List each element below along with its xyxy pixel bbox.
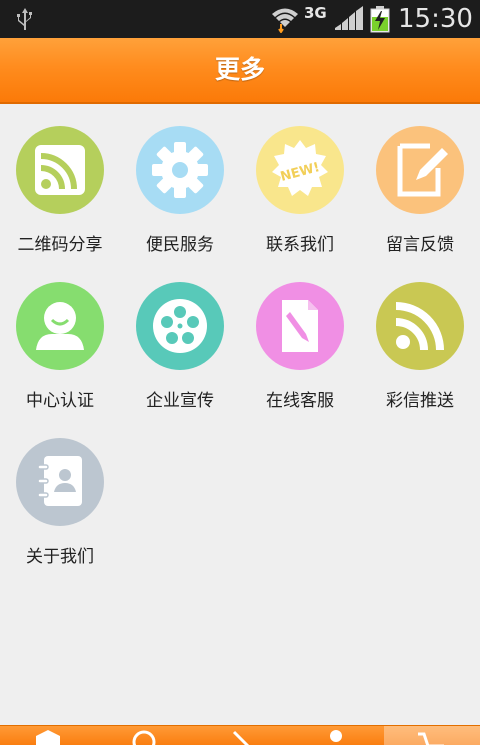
grid-item-about-us[interactable]: 关于我们 <box>0 416 120 572</box>
tab-cart[interactable] <box>384 726 480 745</box>
document-edit-icon <box>256 282 344 370</box>
grid-item-label: 留言反馈 <box>386 235 454 255</box>
grid-item-label: 关于我们 <box>26 547 94 567</box>
tab-home[interactable] <box>0 726 96 745</box>
grid-item-feedback[interactable]: 留言反馈 <box>360 104 480 260</box>
grid-item-circle <box>16 438 104 526</box>
contact-book-icon <box>16 438 104 526</box>
grid-item-circle <box>376 282 464 370</box>
home-icon <box>36 730 60 745</box>
grid-item-label: 彩信推送 <box>386 391 454 411</box>
search-icon <box>232 730 250 745</box>
grid-item-qr-share[interactable]: 二维码分享 <box>0 104 120 260</box>
network-type: 3G <box>304 4 327 22</box>
grid-item-certification[interactable]: 中心认证 <box>0 260 120 416</box>
film-reel-icon <box>136 282 224 370</box>
edit-note-icon <box>376 126 464 214</box>
tab-globe[interactable] <box>96 726 192 745</box>
grid-item-label: 中心认证 <box>26 391 94 411</box>
grid-item-contact-us[interactable]: NEW! 联系我们 <box>240 104 360 260</box>
grid-item-circle <box>16 282 104 370</box>
grid-item-circle <box>16 126 104 214</box>
user-icon <box>330 730 342 742</box>
usb-icon <box>17 8 32 30</box>
page-title: 更多 <box>214 55 265 84</box>
rss-icon <box>376 282 464 370</box>
header-bar: 更多 <box>0 38 480 104</box>
signal-icon <box>335 6 363 30</box>
grid-item-promotion[interactable]: 企业宣传 <box>120 260 240 416</box>
new-badge-icon: NEW! <box>256 126 344 214</box>
clock: 15:30 <box>398 4 473 34</box>
grid-item-circle <box>136 126 224 214</box>
grid-item-circle: NEW! <box>256 126 344 214</box>
tab-user[interactable] <box>288 726 384 745</box>
wifi-icon <box>272 8 298 33</box>
grid-item-convenience[interactable]: 便民服务 <box>120 104 240 260</box>
grid-item-online-service[interactable]: 在线客服 <box>240 260 360 416</box>
gear-icon <box>136 126 224 214</box>
user-icon <box>16 282 104 370</box>
grid-item-label: 二维码分享 <box>17 235 103 255</box>
grid-item-circle <box>376 126 464 214</box>
grid-item-label: 便民服务 <box>146 235 214 255</box>
rss-icon <box>16 126 104 214</box>
globe-icon <box>132 730 156 745</box>
grid-item-circle <box>136 282 224 370</box>
grid-item-label: 企业宣传 <box>146 391 214 411</box>
bottom-tab-bar <box>0 725 480 745</box>
battery-charging-icon <box>370 6 390 33</box>
status-bar: 3G 15:30 <box>0 0 480 38</box>
grid-item-mms-push[interactable]: 彩信推送 <box>360 260 480 416</box>
tab-search[interactable] <box>192 726 288 745</box>
grid-item-circle <box>256 282 344 370</box>
grid-item-label: 联系我们 <box>266 235 334 255</box>
cart-icon <box>418 732 444 745</box>
grid-item-label: 在线客服 <box>266 391 334 411</box>
